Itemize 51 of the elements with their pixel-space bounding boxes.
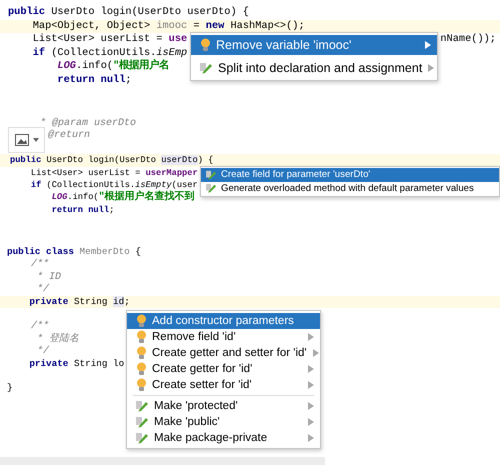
code-line: List<User> userList = use xyxy=(32,33,188,46)
code-line: return null; xyxy=(50,204,114,216)
menu-item[interactable]: Create setter for 'id' xyxy=(127,377,320,393)
lightbulb-icon xyxy=(136,346,147,360)
code-line: } xyxy=(7,382,13,395)
pencil-icon xyxy=(200,62,213,74)
code-line: private String lo xyxy=(28,358,124,370)
code-line: LOG.info("根据用户名 xyxy=(56,60,170,74)
code-line: * ID xyxy=(36,270,62,284)
menu-item[interactable]: Remove variable 'imooc' xyxy=(191,35,437,55)
menu-item[interactable]: Create getter for 'id' xyxy=(127,361,320,377)
code-line: LOG.info("根据用户名查找不到 xyxy=(50,191,195,204)
menu-item[interactable]: Make package-private xyxy=(127,430,320,446)
pencil-icon xyxy=(206,183,217,194)
code-line: public class MemberDto { xyxy=(7,246,141,258)
pencil-icon xyxy=(206,170,217,180)
pencil-icon xyxy=(136,400,149,412)
menu-item[interactable]: Create getter and setter for 'id' xyxy=(127,345,320,361)
code-line: * @param userDto xyxy=(39,117,136,130)
image-icon xyxy=(14,134,28,146)
code-line: /** xyxy=(30,320,50,333)
code-line: private String id; xyxy=(28,296,130,308)
menu-item[interactable]: Split into declaration and assignment xyxy=(191,58,437,78)
code-line: public UserDto login(UserDto userDto) { xyxy=(8,6,249,20)
menu-item[interactable]: Create field for parameter 'userDto' xyxy=(201,168,499,182)
menu-item[interactable]: Make 'protected' xyxy=(127,398,320,414)
menu-item[interactable]: Remove field 'id' xyxy=(127,329,320,345)
code-line: List<User> userList = userMapper xyxy=(30,166,198,179)
pencil-icon xyxy=(136,416,149,428)
code-line: @return xyxy=(48,129,90,142)
code-line: if (CollectionUtils.isEmpty(user xyxy=(30,178,198,190)
code-line: nName()); xyxy=(440,33,496,46)
code-line: */ xyxy=(36,283,50,296)
code-line: * 登陆名 xyxy=(36,332,80,346)
code-line: if (CollectionUtils.isEmp xyxy=(32,46,188,59)
code-line: /** xyxy=(30,258,50,271)
image-toolbar-button[interactable] xyxy=(8,127,45,153)
lightbulb-icon xyxy=(136,362,147,376)
lightbulb-icon xyxy=(136,378,147,392)
menu-item[interactable]: Generate overloaded method with default parameter values xyxy=(201,182,499,195)
caret-icon xyxy=(32,138,38,142)
code-line: return null; xyxy=(56,74,132,87)
menu-item[interactable]: Make 'public' xyxy=(127,414,320,430)
menu-item[interactable]: Add constructor parameters xyxy=(127,313,320,329)
code-line: public UserDto login(UserDto userDto) { xyxy=(10,154,214,167)
pencil-icon xyxy=(136,432,149,444)
lightbulb-icon xyxy=(200,38,211,52)
lightbulb-icon xyxy=(136,314,147,328)
code-line: */ xyxy=(36,345,50,358)
lightbulb-icon xyxy=(136,330,147,344)
code-line: Map<Object, Object> imooc = new HashMap<>(); xyxy=(32,20,305,33)
